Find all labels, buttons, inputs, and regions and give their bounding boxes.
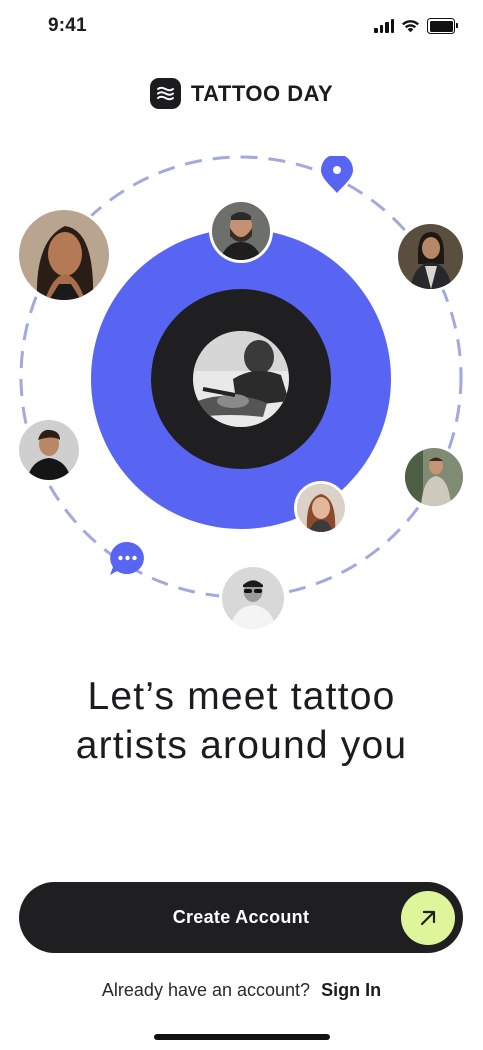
battery-icon xyxy=(427,18,458,34)
status-icons xyxy=(374,18,458,34)
headline: Let’s meet tattoo artists around you xyxy=(0,672,483,770)
avatar-artist-man-tshirt[interactable] xyxy=(405,448,463,506)
avatar-artist-woman[interactable] xyxy=(19,210,109,300)
chat-bubble-icon xyxy=(108,540,146,583)
location-pin-icon xyxy=(320,154,354,199)
home-indicator[interactable] xyxy=(154,1034,330,1040)
avatar-artist-young-man[interactable] xyxy=(19,420,79,480)
create-account-label: Create Account xyxy=(172,907,310,927)
signal-icon xyxy=(374,19,394,33)
artists-illustration xyxy=(0,130,483,640)
signin-row: Already have an account? Sign In xyxy=(0,980,483,1001)
avatar-artist-woman-red-hair[interactable] xyxy=(297,484,345,532)
headline-line-1: Let’s meet tattoo xyxy=(87,675,396,718)
signin-prompt: Already have an account? xyxy=(101,980,311,1000)
avatar-artist-bearded-man[interactable] xyxy=(212,202,270,260)
avatar-artist-man-long-hair[interactable] xyxy=(398,224,463,289)
wave-logo-icon xyxy=(149,78,181,109)
brand-header: TATTOO DAY xyxy=(0,78,483,109)
avatar-artist-man-sunglasses[interactable] xyxy=(222,567,284,629)
status-time: 9:41 xyxy=(48,15,87,36)
status-bar: 9:41 xyxy=(0,0,483,54)
wifi-icon xyxy=(402,20,419,33)
sign-in-link[interactable]: Sign In xyxy=(321,980,381,1000)
headline-line-2: artists around you xyxy=(75,724,408,767)
arrow-up-right-icon xyxy=(401,891,455,945)
avatar-center-tattooing[interactable] xyxy=(193,331,289,427)
create-account-button[interactable]: Create Account xyxy=(19,882,463,953)
brand-name: TATTOO DAY xyxy=(190,80,334,106)
